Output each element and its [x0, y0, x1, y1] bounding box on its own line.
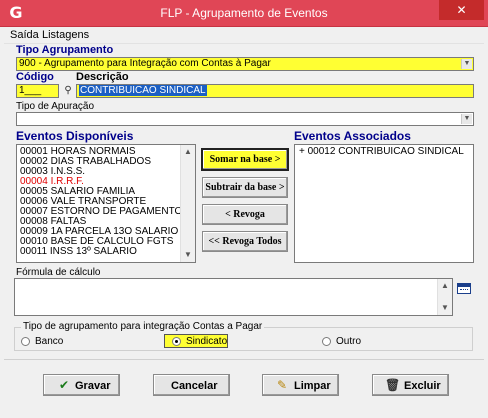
- formula-scrollbar[interactable]: ▲ ▼: [437, 279, 452, 315]
- cancelar-button[interactable]: Cancelar: [153, 374, 230, 396]
- title-bar: G FLP - Agrupamento de Eventos ✕: [0, 0, 488, 27]
- window-title: FLP - Agrupamento de Eventos: [160, 6, 328, 20]
- footer-separator: [4, 359, 484, 360]
- excluir-label: Excluir: [404, 380, 441, 392]
- integracao-group: Tipo de agrupamento para integração Cont…: [14, 321, 473, 351]
- close-button[interactable]: ✕: [439, 0, 484, 20]
- limpar-button[interactable]: ✎ Limpar: [262, 374, 339, 396]
- menu-saida[interactable]: Saída: [10, 29, 39, 41]
- radio-banco-label[interactable]: Banco: [35, 336, 63, 347]
- formula-label: Fórmula de cálculo: [16, 267, 101, 278]
- list-item[interactable]: 00011 INSS 13º SALARIO: [20, 247, 137, 257]
- brush-eraser-icon: ✎: [276, 378, 288, 392]
- menu-bar: Saída Listagens: [4, 27, 484, 44]
- calculator-icon[interactable]: [457, 283, 471, 294]
- trash-can-icon: 🗑: [385, 378, 401, 392]
- descricao-label: Descrição: [76, 71, 129, 83]
- revoga-todos-button[interactable]: << Revoga Todos: [202, 231, 288, 252]
- radio-outro-label[interactable]: Outro: [336, 336, 361, 347]
- eventos-associados-label: Eventos Associados: [294, 129, 411, 143]
- chevron-up-icon[interactable]: ▲: [438, 279, 452, 293]
- descricao-value: CONTRIBUICAO SINDICAL: [79, 85, 207, 96]
- cancelar-label: Cancelar: [171, 380, 218, 392]
- radio-selected-dot: [175, 340, 178, 343]
- chevron-down-icon[interactable]: ▼: [181, 248, 195, 262]
- descricao-field[interactable]: CONTRIBUICAO SINDICAL: [76, 84, 474, 98]
- excluir-button[interactable]: 🗑 Excluir: [372, 374, 449, 396]
- integracao-legend: Tipo de agrupamento para integração Cont…: [21, 321, 265, 332]
- limpar-label: Limpar: [294, 380, 331, 392]
- gravar-label: Gravar: [75, 380, 111, 392]
- eventos-disponiveis-scrollbar[interactable]: ▲ ▼: [180, 145, 195, 262]
- radio-outro[interactable]: [322, 337, 331, 346]
- eventos-associados-list[interactable]: + 00012 CONTRIBUICAO SINDICAL: [294, 144, 474, 263]
- codigo-field[interactable]: 1___: [16, 84, 59, 98]
- subtrair-da-base-button[interactable]: Subtrair da base >: [202, 177, 288, 198]
- revoga-button[interactable]: < Revoga: [202, 204, 288, 225]
- tipo-apuracao-select[interactable]: ▼: [16, 112, 474, 126]
- formula-textarea[interactable]: ▲ ▼: [14, 278, 453, 316]
- chevron-down-icon[interactable]: ▼: [438, 301, 452, 315]
- eventos-disponiveis-list[interactable]: 00001 HORAS NORMAIS 00002 DIAS TRABALHAD…: [16, 144, 196, 263]
- radio-sindicato-label[interactable]: Sindicato: [186, 336, 227, 347]
- checkmark-icon: ✔: [58, 378, 70, 392]
- tipo-agrupamento-select[interactable]: 900 - Agrupamento para Integração com Co…: [16, 57, 474, 71]
- list-item[interactable]: + 00012 CONTRIBUICAO SINDICAL: [299, 147, 464, 157]
- tipo-apuracao-label: Tipo de Apuração: [16, 101, 95, 112]
- chevron-up-icon[interactable]: ▲: [181, 145, 195, 159]
- gravar-button[interactable]: ✔ Gravar: [43, 374, 120, 396]
- somar-na-base-button[interactable]: Somar na base >: [201, 148, 289, 171]
- codigo-label: Código: [16, 71, 54, 83]
- eventos-disponiveis-label: Eventos Disponíveis: [16, 129, 134, 143]
- menu-listagens[interactable]: Listagens: [42, 29, 89, 41]
- binoculars-search-icon[interactable]: ⚲: [61, 84, 75, 98]
- tipo-agrupamento-label: Tipo Agrupamento: [16, 44, 114, 56]
- radio-sindicato[interactable]: [172, 337, 181, 346]
- chevron-down-icon[interactable]: ▼: [461, 114, 472, 124]
- radio-banco[interactable]: [21, 337, 30, 346]
- tipo-agrupamento-value: 900 - Agrupamento para Integração com Co…: [19, 58, 271, 69]
- chevron-down-icon[interactable]: ▼: [461, 59, 472, 69]
